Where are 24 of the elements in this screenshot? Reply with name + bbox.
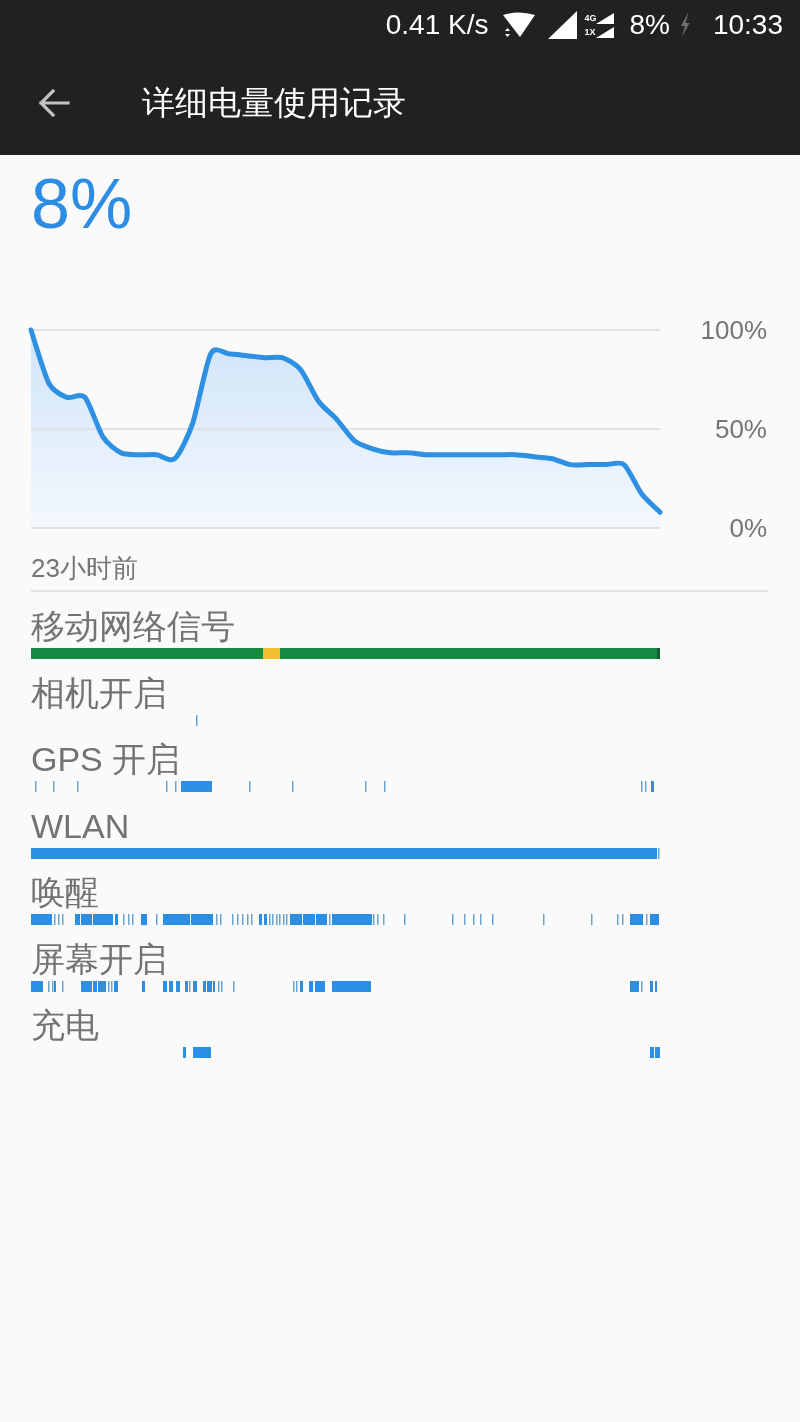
time-axis-label: 23小时前: [31, 552, 138, 584]
back-arrow-icon[interactable]: [38, 88, 70, 117]
battery-level-text: 8%: [31, 166, 133, 242]
page-title: 详细电量使用记录: [142, 82, 406, 123]
timeline-label: WLAN: [31, 805, 130, 846]
timeline-label: 移动网络信号: [31, 606, 235, 646]
battery-percent: 8%: [629, 9, 670, 41]
signal-icon: [596, 12, 615, 24]
signal-icon: [548, 11, 578, 39]
clock: 10:33: [712, 9, 783, 41]
timeline-label: 屏幕开启: [31, 938, 167, 979]
activity-timeline-drawing: [196, 714, 198, 726]
sim-label: 4G: [584, 12, 597, 24]
y-axis-label: 50%: [714, 414, 767, 444]
signal-icon: [596, 26, 615, 38]
timeline-label: 充电: [31, 1005, 99, 1045]
wifi-icon: [502, 12, 537, 38]
network-speed: 0.41 K/s: [385, 9, 489, 41]
timeline-label: GPS 开启: [31, 739, 181, 779]
timeline-label: 唤醒: [31, 872, 99, 912]
timeline-label: 相机开启: [31, 672, 167, 713]
sim-label: 1X: [584, 26, 597, 38]
y-axis-label: 0%: [729, 513, 767, 543]
y-axis-label: 100%: [700, 315, 767, 345]
